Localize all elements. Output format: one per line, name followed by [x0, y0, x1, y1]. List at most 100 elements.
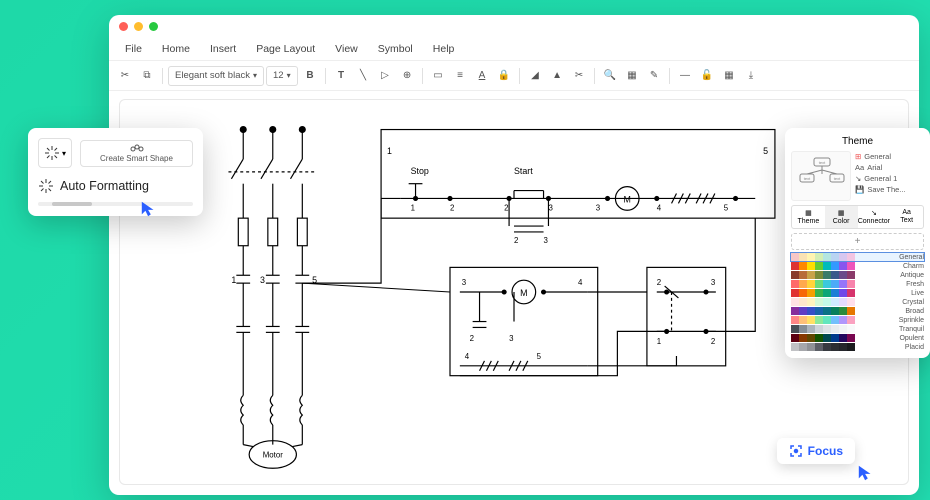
- theme-tabs: ▦Theme ▦Color ↘Connector AaText: [791, 205, 924, 229]
- svg-text:3: 3: [509, 334, 514, 343]
- fill-icon[interactable]: ◢: [525, 66, 545, 86]
- svg-text:text: text: [819, 160, 826, 165]
- svg-text:4: 4: [465, 352, 470, 361]
- menu-home[interactable]: Home: [154, 41, 198, 57]
- theme-options: ⊞General AaArial ↘General 1 💾Save The...: [855, 151, 924, 201]
- shape-tool-icon[interactable]: ▭: [428, 66, 448, 86]
- svg-text:1: 1: [231, 275, 236, 285]
- svg-text:text: text: [834, 176, 841, 181]
- theme-preview-diagram: text text text: [791, 151, 851, 201]
- focus-button[interactable]: Focus: [777, 438, 855, 464]
- titlebar: [109, 15, 919, 37]
- svg-text:1: 1: [411, 203, 415, 212]
- palette-list: GeneralCharmAntiqueFreshLiveCrystalBroad…: [791, 253, 924, 351]
- auto-format-card: ▾ Create Smart Shape Auto Formatting: [28, 128, 203, 216]
- tab-theme[interactable]: ▦Theme: [792, 206, 825, 228]
- svg-text:Stop: Stop: [411, 166, 429, 176]
- lock-icon[interactable]: 🔒: [494, 66, 514, 86]
- stroke-icon[interactable]: —: [675, 66, 695, 86]
- menu-view[interactable]: View: [327, 41, 366, 57]
- create-smart-shape-button[interactable]: Create Smart Shape: [80, 140, 193, 167]
- bold-icon[interactable]: B: [300, 66, 320, 86]
- svg-text:3: 3: [462, 278, 467, 287]
- svg-text:3: 3: [544, 236, 549, 245]
- menu-help[interactable]: Help: [425, 41, 463, 57]
- svg-text:1: 1: [657, 337, 661, 346]
- pen-icon[interactable]: ✎: [644, 66, 664, 86]
- font-select[interactable]: Elegant soft black▾: [168, 66, 264, 86]
- line-tool-icon[interactable]: ╲: [353, 66, 373, 86]
- palette-row[interactable]: Tranquil: [791, 325, 924, 333]
- svg-text:2: 2: [504, 203, 508, 212]
- menu-page-layout[interactable]: Page Layout: [248, 41, 323, 57]
- cursor-icon: [140, 200, 158, 218]
- svg-text:2: 2: [450, 203, 454, 212]
- palette-row[interactable]: Broad: [791, 307, 924, 315]
- svg-text:2: 2: [657, 278, 661, 287]
- svg-text:5: 5: [724, 203, 729, 212]
- pointer-tool-icon[interactable]: ▷: [375, 66, 395, 86]
- svg-text:5: 5: [537, 352, 542, 361]
- export-icon[interactable]: ⤓: [741, 66, 761, 86]
- af-slider[interactable]: [38, 202, 193, 206]
- font-size-select[interactable]: 12▾: [266, 66, 298, 86]
- palette-row[interactable]: Live: [791, 289, 924, 297]
- window-min-dot[interactable]: [134, 22, 143, 31]
- palette-row[interactable]: Fresh: [791, 280, 924, 288]
- af-sparkle-dropdown[interactable]: ▾: [38, 138, 72, 168]
- svg-text:Motor: Motor: [263, 450, 283, 459]
- palette-row[interactable]: Placid: [791, 343, 924, 351]
- toolbar: ✂ ⧉ Elegant soft black▾ 12▾ B T ╲ ▷ ⊕ ▭ …: [109, 61, 919, 91]
- svg-text:2: 2: [470, 334, 474, 343]
- svg-text:M: M: [624, 194, 631, 204]
- svg-text:4: 4: [578, 278, 583, 287]
- menu-insert[interactable]: Insert: [202, 41, 244, 57]
- tab-connector[interactable]: ↘Connector: [858, 206, 891, 228]
- theme-panel: Theme texttexttext ⊞General AaArial ↘Gen…: [785, 128, 930, 358]
- svg-text:3: 3: [711, 278, 716, 287]
- copy-icon[interactable]: ⧉: [137, 66, 157, 86]
- palette-row[interactable]: Charm: [791, 262, 924, 270]
- tab-color[interactable]: ▦Color: [825, 206, 858, 228]
- bucket-icon[interactable]: ▲: [547, 66, 567, 86]
- text-tool-icon[interactable]: T: [331, 66, 351, 86]
- sparkle-icon: [38, 178, 54, 194]
- menu-symbol[interactable]: Symbol: [370, 41, 421, 57]
- smart-shape-icon: [129, 144, 145, 154]
- cut-icon[interactable]: ✂: [115, 66, 135, 86]
- window-max-dot[interactable]: [149, 22, 158, 31]
- padlock-icon[interactable]: 🔓: [697, 66, 717, 86]
- svg-text:2: 2: [711, 337, 715, 346]
- image-icon[interactable]: ▦: [622, 66, 642, 86]
- theme-opt-save[interactable]: 💾Save The...: [855, 184, 924, 195]
- grid-icon[interactable]: ▦: [719, 66, 739, 86]
- svg-text:5: 5: [763, 146, 768, 156]
- align-tool-icon[interactable]: ≡: [450, 66, 470, 86]
- palette-row[interactable]: General: [791, 253, 924, 261]
- svg-text:2: 2: [514, 236, 518, 245]
- palette-row[interactable]: Sprinkle: [791, 316, 924, 324]
- focus-icon: [789, 444, 803, 458]
- theme-opt-general1[interactable]: ↘General 1: [855, 173, 924, 184]
- theme-opt-general[interactable]: ⊞General: [855, 151, 924, 162]
- palette-row[interactable]: Opulent: [791, 334, 924, 342]
- svg-text:Start: Start: [514, 166, 533, 176]
- svg-text:3: 3: [548, 203, 553, 212]
- auto-formatting-button[interactable]: Auto Formatting: [38, 178, 193, 194]
- menu-file[interactable]: File: [117, 41, 150, 57]
- palette-row[interactable]: Antique: [791, 271, 924, 279]
- theme-opt-arial[interactable]: AaArial: [855, 162, 924, 173]
- tab-text[interactable]: AaText: [890, 206, 923, 228]
- window-close-dot[interactable]: [119, 22, 128, 31]
- sparkle-icon: [44, 145, 60, 161]
- connection-tool-icon[interactable]: ⊕: [397, 66, 417, 86]
- svg-text:M: M: [520, 288, 527, 298]
- text-style-icon[interactable]: A: [472, 66, 492, 86]
- palette-row[interactable]: Crystal: [791, 298, 924, 306]
- add-palette-button[interactable]: +: [791, 233, 924, 250]
- cursor-icon: [857, 464, 875, 482]
- svg-text:text: text: [804, 176, 811, 181]
- crop-icon[interactable]: ✂: [569, 66, 589, 86]
- search-icon[interactable]: 🔍: [600, 66, 620, 86]
- svg-text:1: 1: [387, 146, 392, 156]
